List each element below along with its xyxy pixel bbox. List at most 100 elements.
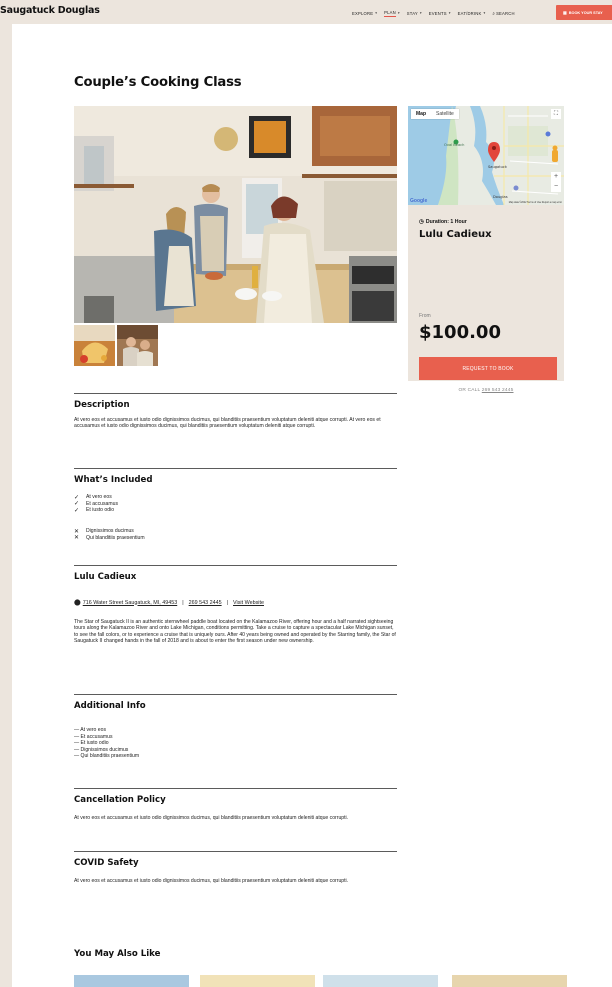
cancellation-text: At vero eos et accusamus et iusto odio d… <box>74 815 349 821</box>
kitchen-photo-illustration <box>74 106 397 323</box>
gallery-thumbnail[interactable] <box>117 325 158 366</box>
included-list: ✓ At vero eos ✓ Et accusamus ✓ Et iusto odi… <box>74 494 274 514</box>
nav-plan[interactable]: PLAN ▾ <box>384 10 400 17</box>
nav-eat-drink[interactable]: EAT/DRINK ▾ <box>458 11 486 16</box>
nav-explore-label: EXPLORE <box>352 10 374 16</box>
map-place-saugatuck: Saugatuck <box>488 165 508 169</box>
chevron-down-icon: ▾ <box>419 11 422 15</box>
covid-heading: COVID Safety <box>74 858 139 868</box>
section-divider <box>74 468 397 469</box>
clock-icon: ◷ <box>419 219 424 225</box>
excluded-item: ✕ Dignissimos ducimus <box>74 528 274 535</box>
check-icon: ✓ <box>74 507 80 514</box>
zoom-in-icon[interactable]: + <box>554 172 558 182</box>
recommendation-card[interactable] <box>200 975 315 987</box>
content-card: Couple’s Cooking Class Oval Beach Saugat… <box>12 24 612 987</box>
separator: | <box>182 599 184 606</box>
nav-events-label: EVENTS <box>428 10 447 16</box>
recommendation-card[interactable] <box>74 975 189 987</box>
nav-search[interactable]: ⌕ SEARCH <box>492 11 514 16</box>
price: $100.00 <box>419 322 501 343</box>
included-item-label: Et iusto odio <box>86 507 115 514</box>
description-text: At vero eos et accusamus et iusto odio d… <box>74 417 381 430</box>
host-heading: Lulu Cadieux <box>74 572 137 582</box>
host-name: Lulu Cadieux <box>419 229 492 240</box>
map-zoom-controls: + − <box>551 172 561 192</box>
nav-stay-label: STAY <box>406 10 418 16</box>
pasta-photo-illustration <box>74 325 115 366</box>
or-call: OR CALL 269 543 2445 <box>408 388 564 393</box>
duration: ◷ Duration: 1 Hour <box>419 219 467 225</box>
included-item: ✓ At vero eos <box>74 494 274 501</box>
gallery-thumbnail[interactable] <box>74 325 115 366</box>
section-divider <box>74 393 397 394</box>
section-divider <box>74 565 397 566</box>
fullscreen-icon[interactable]: ⛶ <box>551 109 561 119</box>
excluded-item: ✕ Qui blanditiis praesentium <box>74 535 274 542</box>
additional-item: — Et iusto odio <box>74 740 109 747</box>
recommendation-card[interactable] <box>323 975 438 987</box>
map-place-oval-beach: Oval Beach <box>444 143 464 147</box>
address-link[interactable]: 716 Water Street Saugatuck, MI, 49453 <box>83 600 178 606</box>
booking-panel: Oval Beach Saugatuck Douglas Map Satelli… <box>408 106 564 393</box>
phone-link[interactable]: 269 543 2445 <box>189 600 222 606</box>
covid-text: At vero eos et accusamus et iusto odio d… <box>74 878 349 884</box>
nav-search-label: SEARCH <box>496 10 515 16</box>
host-bio: The Star of Saugatuck II is an authentic… <box>74 619 396 645</box>
page-title: Couple’s Cooking Class <box>74 75 242 90</box>
chevron-down-icon: ▾ <box>483 11 486 15</box>
section-divider <box>74 788 397 789</box>
included-item-label: Et accusamus <box>86 500 118 507</box>
cancellation-heading: Cancellation Policy <box>74 795 166 805</box>
request-to-book-button[interactable]: REQUEST TO BOOK <box>419 357 557 380</box>
additional-item: — Et accusamus <box>74 733 113 740</box>
chevron-down-icon: ▾ <box>397 11 400 15</box>
included-item: ✓ Et iusto odio <box>74 507 274 514</box>
chevron-down-icon: ▾ <box>448 11 451 15</box>
site-logo[interactable]: Saugatuck Douglas <box>0 5 100 16</box>
nav-plan-label: PLAN <box>384 9 396 17</box>
book-your-stay-button[interactable]: ▦ BOOK YOUR STAY <box>556 5 612 20</box>
search-icon: ⌕ <box>492 10 496 16</box>
additional-item: — Qui blanditiis praesentium <box>74 753 140 760</box>
zoom-out-icon[interactable]: − <box>554 182 558 192</box>
excluded-item-label: Qui blanditiis praesentium <box>86 534 145 541</box>
additional-item: — At vero eos <box>74 727 106 733</box>
excluded-item-label: Dignissimos ducimus <box>86 528 134 535</box>
map-pin-icon: ⬤ <box>74 600 81 606</box>
map-tab-satellite[interactable]: Satellite <box>431 109 459 119</box>
nav-events[interactable]: EVENTS ▾ <box>429 11 451 16</box>
map-type-tabs: Map Satellite <box>411 109 459 119</box>
separator: | <box>226 599 229 606</box>
nav-explore[interactable]: EXPLORE ▾ <box>352 11 377 16</box>
excluded-list: ✕ Dignissimos ducimus ✕ Qui blanditiis pra… <box>74 528 274 541</box>
included-heading: What’s Included <box>74 475 153 485</box>
nav-stay[interactable]: STAY ▾ <box>407 11 422 16</box>
additional-list: — At vero eos — Et accusamus — Et iusto … <box>74 727 139 760</box>
recommendation-card[interactable] <box>452 975 567 987</box>
location-map[interactable]: Oval Beach Saugatuck Douglas Map Satelli… <box>408 106 564 205</box>
google-logo: Google <box>410 198 428 204</box>
map-illustration: Oval Beach Saugatuck Douglas <box>408 106 564 205</box>
chevron-down-icon: ▾ <box>375 11 378 15</box>
cooks-photo-illustration <box>117 325 158 366</box>
price-from-label: From <box>419 313 431 319</box>
map-tab-map[interactable]: Map <box>411 109 431 119</box>
description-heading: Description <box>74 400 130 410</box>
site-header: Saugatuck Douglas EXPLORE ▾ PLAN ▾ STAY … <box>0 0 612 24</box>
duration-text: Duration: 1 Hour <box>425 219 467 225</box>
or-call-label: OR CALL <box>458 388 481 393</box>
included-item-label: At vero eos <box>86 494 112 501</box>
host-contact: ⬤ 716 Water Street Saugatuck, MI, 49453 … <box>74 599 264 607</box>
x-icon: ✕ <box>74 535 80 542</box>
visit-website-link[interactable]: Visit Website <box>233 600 264 606</box>
section-divider <box>74 694 397 695</box>
section-divider <box>74 851 397 852</box>
map-attribution[interactable]: Map data ©2022 Terms of Use Report a map… <box>509 201 562 204</box>
book-your-stay-label: BOOK YOUR STAY <box>568 10 603 15</box>
nav-eat-drink-label: EAT/DRINK <box>457 10 482 16</box>
main-nav: EXPLORE ▾ PLAN ▾ STAY ▾ EVENTS ▾ EAT/DRI… <box>352 9 522 17</box>
phone-link[interactable]: 269 543 2445 <box>482 388 514 393</box>
calendar-icon: ▦ <box>563 10 567 15</box>
hero-photo[interactable] <box>74 106 397 323</box>
